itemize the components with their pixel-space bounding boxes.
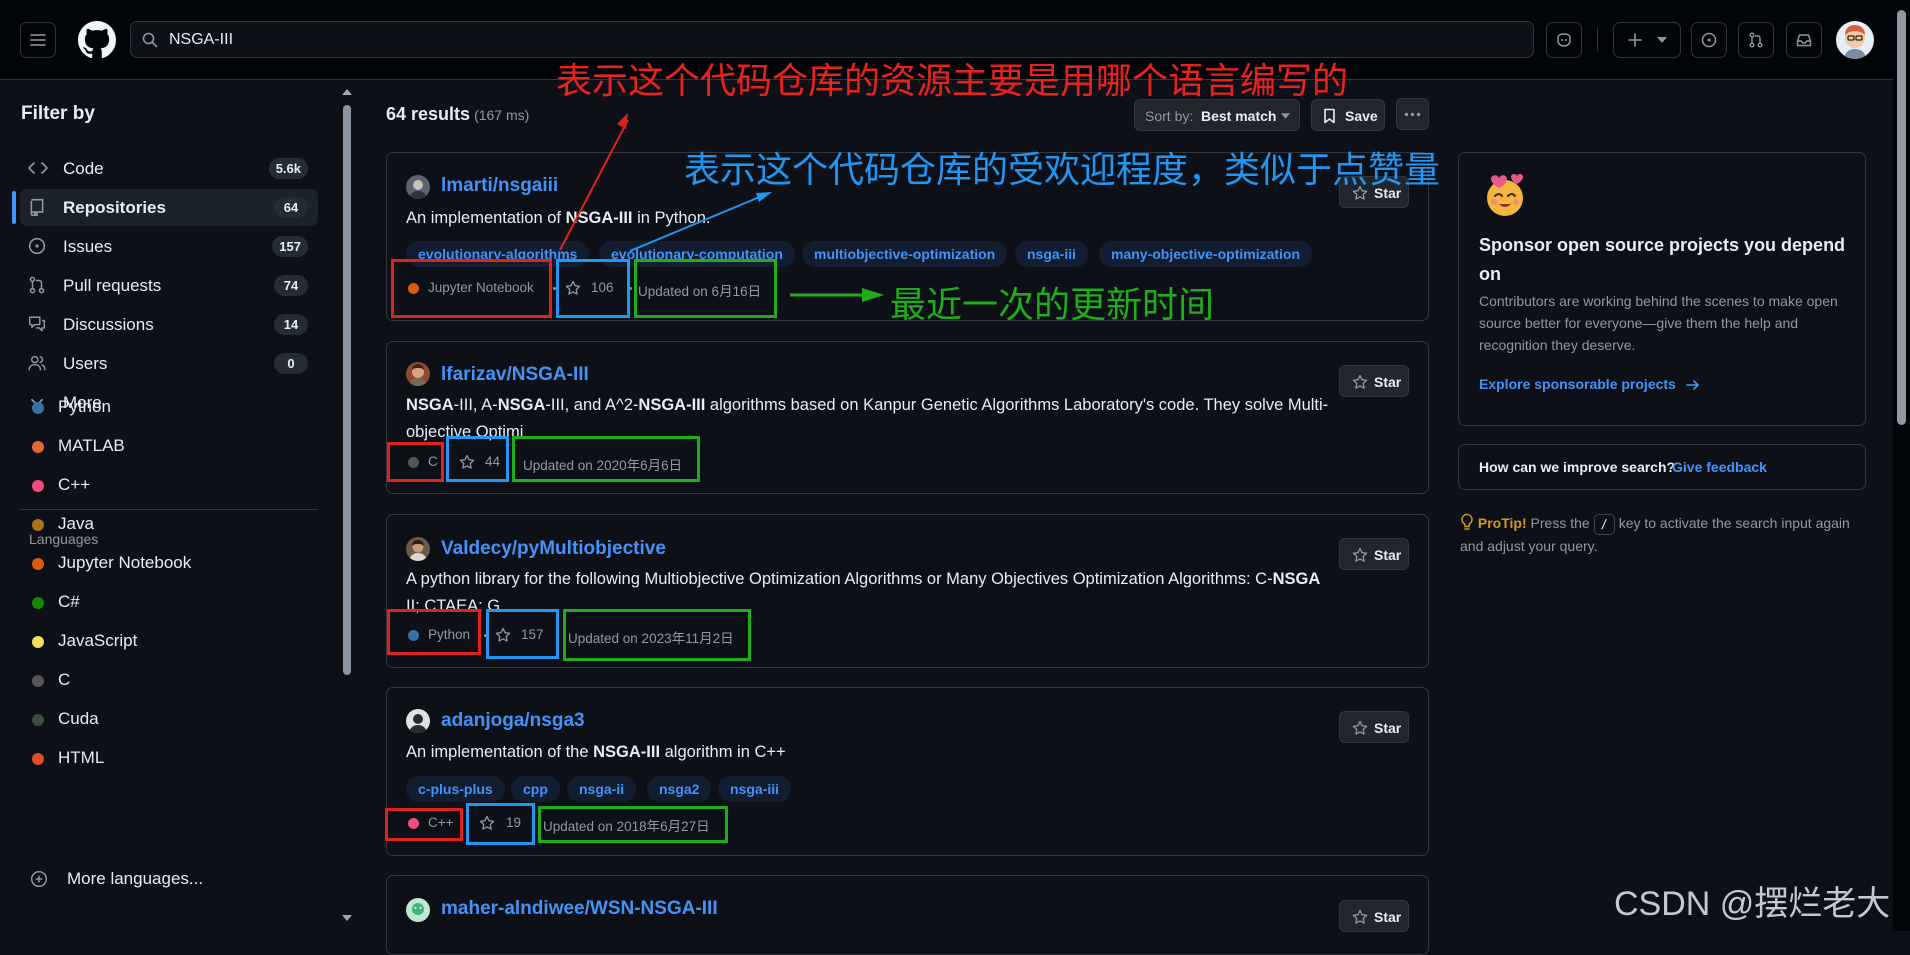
popularity-annotation: 表示这个代码仓库的受欢迎程度，类似于点赞量 [684, 150, 1441, 191]
stars-annotation-arrow [629, 195, 763, 252]
watermark: CSDN @摆烂老大 [1614, 885, 1891, 923]
updated-arrow-head [862, 288, 884, 302]
language-annotation-arrow [559, 119, 629, 251]
updated-annotation: 最近一次的更新时间 [890, 285, 1215, 326]
language-annotation: 表示这个代码仓库的资源主要是用哪个语言编写的 [556, 61, 1349, 102]
annotation-arrows [559, 113, 884, 302]
language-arrow-head [617, 113, 628, 129]
stars-arrow-head [756, 192, 772, 202]
